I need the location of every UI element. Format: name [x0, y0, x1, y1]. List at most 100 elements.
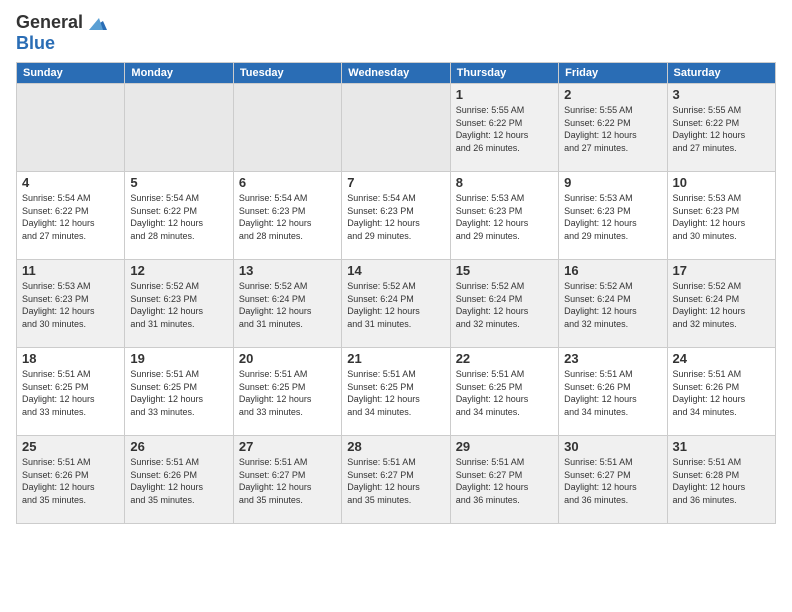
- header: General Blue: [16, 12, 776, 54]
- day-number: 3: [673, 87, 770, 102]
- day-info: Sunrise: 5:51 AM Sunset: 6:27 PM Dayligh…: [456, 456, 553, 506]
- day-number: 20: [239, 351, 336, 366]
- calendar-day-cell: 4 Sunrise: 5:54 AM Sunset: 6:22 PM Daylig…: [17, 172, 125, 260]
- calendar-day-cell: 1 Sunrise: 5:55 AM Sunset: 6:22 PM Daylig…: [450, 84, 558, 172]
- calendar-day-cell: 29 Sunrise: 5:51 AM Sunset: 6:27 PM Dayli…: [450, 436, 558, 524]
- calendar-day-cell: 12 Sunrise: 5:52 AM Sunset: 6:23 PM Dayli…: [125, 260, 233, 348]
- calendar-day-cell: 11 Sunrise: 5:53 AM Sunset: 6:23 PM Dayli…: [17, 260, 125, 348]
- day-info: Sunrise: 5:54 AM Sunset: 6:23 PM Dayligh…: [239, 192, 336, 242]
- weekday-header: Sunday: [17, 63, 125, 84]
- day-info: Sunrise: 5:52 AM Sunset: 6:24 PM Dayligh…: [239, 280, 336, 330]
- calendar-day-cell: 7 Sunrise: 5:54 AM Sunset: 6:23 PM Daylig…: [342, 172, 450, 260]
- day-info: Sunrise: 5:52 AM Sunset: 6:24 PM Dayligh…: [456, 280, 553, 330]
- calendar-day-cell: 23 Sunrise: 5:51 AM Sunset: 6:26 PM Dayli…: [559, 348, 667, 436]
- weekday-header: Wednesday: [342, 63, 450, 84]
- day-number: 21: [347, 351, 444, 366]
- day-info: Sunrise: 5:51 AM Sunset: 6:26 PM Dayligh…: [130, 456, 227, 506]
- day-info: Sunrise: 5:55 AM Sunset: 6:22 PM Dayligh…: [673, 104, 770, 154]
- calendar-day-cell: 21 Sunrise: 5:51 AM Sunset: 6:25 PM Dayli…: [342, 348, 450, 436]
- calendar-table: SundayMondayTuesdayWednesdayThursdayFrid…: [16, 62, 776, 524]
- day-number: 27: [239, 439, 336, 454]
- day-number: 5: [130, 175, 227, 190]
- calendar-day-cell: 6 Sunrise: 5:54 AM Sunset: 6:23 PM Daylig…: [233, 172, 341, 260]
- day-info: Sunrise: 5:51 AM Sunset: 6:25 PM Dayligh…: [239, 368, 336, 418]
- day-info: Sunrise: 5:51 AM Sunset: 6:25 PM Dayligh…: [347, 368, 444, 418]
- day-number: 1: [456, 87, 553, 102]
- day-info: Sunrise: 5:53 AM Sunset: 6:23 PM Dayligh…: [456, 192, 553, 242]
- day-number: 11: [22, 263, 119, 278]
- calendar-week-row: 4 Sunrise: 5:54 AM Sunset: 6:22 PM Daylig…: [17, 172, 776, 260]
- day-info: Sunrise: 5:51 AM Sunset: 6:28 PM Dayligh…: [673, 456, 770, 506]
- day-info: Sunrise: 5:52 AM Sunset: 6:23 PM Dayligh…: [130, 280, 227, 330]
- day-info: Sunrise: 5:51 AM Sunset: 6:27 PM Dayligh…: [239, 456, 336, 506]
- day-number: 29: [456, 439, 553, 454]
- calendar-day-cell: 20 Sunrise: 5:51 AM Sunset: 6:25 PM Dayli…: [233, 348, 341, 436]
- day-info: Sunrise: 5:52 AM Sunset: 6:24 PM Dayligh…: [347, 280, 444, 330]
- day-info: Sunrise: 5:51 AM Sunset: 6:25 PM Dayligh…: [130, 368, 227, 418]
- day-number: 15: [456, 263, 553, 278]
- day-number: 8: [456, 175, 553, 190]
- day-number: 4: [22, 175, 119, 190]
- weekday-header: Tuesday: [233, 63, 341, 84]
- day-number: 10: [673, 175, 770, 190]
- day-number: 7: [347, 175, 444, 190]
- day-info: Sunrise: 5:51 AM Sunset: 6:26 PM Dayligh…: [673, 368, 770, 418]
- logo-icon: [85, 12, 107, 34]
- calendar-day-cell: 2Sunrise: 5:55 AM Sunset: 6:22 PM Daylig…: [559, 84, 667, 172]
- day-info: Sunrise: 5:52 AM Sunset: 6:24 PM Dayligh…: [564, 280, 661, 330]
- day-number: 19: [130, 351, 227, 366]
- calendar-day-cell: 15 Sunrise: 5:52 AM Sunset: 6:24 PM Dayli…: [450, 260, 558, 348]
- calendar-day-cell: [125, 84, 233, 172]
- calendar-week-row: 25 Sunrise: 5:51 AM Sunset: 6:26 PM Dayli…: [17, 436, 776, 524]
- weekday-header: Thursday: [450, 63, 558, 84]
- day-info: Sunrise: 5:54 AM Sunset: 6:23 PM Dayligh…: [347, 192, 444, 242]
- day-number: 2: [564, 87, 661, 102]
- day-number: 17: [673, 263, 770, 278]
- calendar-day-cell: 28Sunrise: 5:51 AM Sunset: 6:27 PM Dayli…: [342, 436, 450, 524]
- day-info: Sunrise: 5:52 AM Sunset: 6:24 PM Dayligh…: [673, 280, 770, 330]
- day-info: Sunrise: 5:51 AM Sunset: 6:25 PM Dayligh…: [22, 368, 119, 418]
- calendar-day-cell: 16 Sunrise: 5:52 AM Sunset: 6:24 PM Dayli…: [559, 260, 667, 348]
- calendar-day-cell: 14Sunrise: 5:52 AM Sunset: 6:24 PM Dayli…: [342, 260, 450, 348]
- logo: General Blue: [16, 12, 107, 54]
- calendar-day-cell: 31 Sunrise: 5:51 AM Sunset: 6:28 PM Dayli…: [667, 436, 775, 524]
- day-number: 26: [130, 439, 227, 454]
- day-info: Sunrise: 5:54 AM Sunset: 6:22 PM Dayligh…: [22, 192, 119, 242]
- calendar-header-row: SundayMondayTuesdayWednesdayThursdayFrid…: [17, 63, 776, 84]
- calendar-week-row: 18 Sunrise: 5:51 AM Sunset: 6:25 PM Dayli…: [17, 348, 776, 436]
- calendar-day-cell: 8 Sunrise: 5:53 AM Sunset: 6:23 PM Daylig…: [450, 172, 558, 260]
- day-number: 24: [673, 351, 770, 366]
- calendar-day-cell: 25 Sunrise: 5:51 AM Sunset: 6:26 PM Dayli…: [17, 436, 125, 524]
- day-number: 25: [22, 439, 119, 454]
- weekday-header: Saturday: [667, 63, 775, 84]
- calendar-week-row: 1 Sunrise: 5:55 AM Sunset: 6:22 PM Daylig…: [17, 84, 776, 172]
- day-info: Sunrise: 5:51 AM Sunset: 6:26 PM Dayligh…: [22, 456, 119, 506]
- day-info: Sunrise: 5:51 AM Sunset: 6:26 PM Dayligh…: [564, 368, 661, 418]
- day-info: Sunrise: 5:51 AM Sunset: 6:27 PM Dayligh…: [564, 456, 661, 506]
- day-info: Sunrise: 5:53 AM Sunset: 6:23 PM Dayligh…: [22, 280, 119, 330]
- calendar-day-cell: 5 Sunrise: 5:54 AM Sunset: 6:22 PM Daylig…: [125, 172, 233, 260]
- day-number: 18: [22, 351, 119, 366]
- weekday-header: Monday: [125, 63, 233, 84]
- calendar-day-cell: [17, 84, 125, 172]
- calendar-day-cell: 10Sunrise: 5:53 AM Sunset: 6:23 PM Dayli…: [667, 172, 775, 260]
- day-number: 12: [130, 263, 227, 278]
- calendar-day-cell: 9Sunrise: 5:53 AM Sunset: 6:23 PM Daylig…: [559, 172, 667, 260]
- day-number: 31: [673, 439, 770, 454]
- day-number: 22: [456, 351, 553, 366]
- day-number: 23: [564, 351, 661, 366]
- calendar-day-cell: [342, 84, 450, 172]
- calendar-day-cell: 13Sunrise: 5:52 AM Sunset: 6:24 PM Dayli…: [233, 260, 341, 348]
- day-info: Sunrise: 5:54 AM Sunset: 6:22 PM Dayligh…: [130, 192, 227, 242]
- calendar-day-cell: 18 Sunrise: 5:51 AM Sunset: 6:25 PM Dayli…: [17, 348, 125, 436]
- calendar-day-cell: 24 Sunrise: 5:51 AM Sunset: 6:26 PM Dayli…: [667, 348, 775, 436]
- logo-blue: Blue: [16, 33, 55, 53]
- weekday-header: Friday: [559, 63, 667, 84]
- day-info: Sunrise: 5:51 AM Sunset: 6:25 PM Dayligh…: [456, 368, 553, 418]
- day-number: 6: [239, 175, 336, 190]
- calendar-day-cell: 19 Sunrise: 5:51 AM Sunset: 6:25 PM Dayli…: [125, 348, 233, 436]
- calendar-day-cell: 30Sunrise: 5:51 AM Sunset: 6:27 PM Dayli…: [559, 436, 667, 524]
- day-number: 28: [347, 439, 444, 454]
- day-number: 16: [564, 263, 661, 278]
- day-info: Sunrise: 5:55 AM Sunset: 6:22 PM Dayligh…: [456, 104, 553, 154]
